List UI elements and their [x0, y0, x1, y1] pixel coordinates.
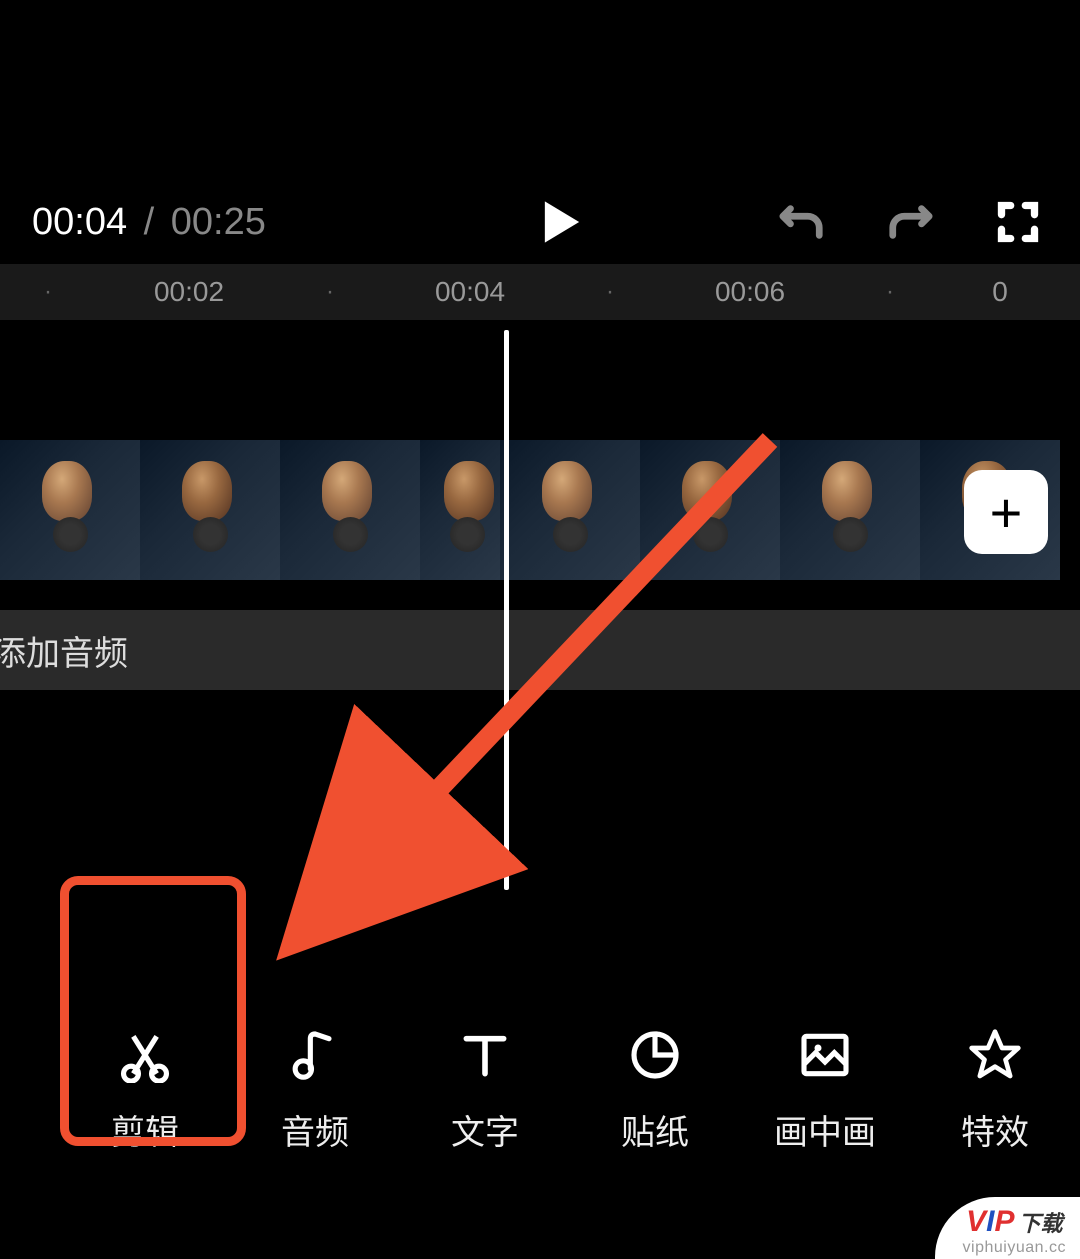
player-controls: 00:04 / 00:25	[0, 180, 1080, 264]
add-audio-label: 添加音频	[0, 626, 128, 675]
play-button[interactable]	[532, 192, 592, 252]
timeline-ruler[interactable]: · 00:02 · 00:04 · 00:06 · 0	[0, 264, 1080, 320]
redo-button[interactable]	[880, 192, 940, 252]
clip-thumbnail	[140, 440, 280, 580]
ruler-mark: 00:02	[154, 276, 224, 308]
clip-thumbnail	[280, 440, 420, 580]
ruler-mark: 00:04	[435, 276, 505, 308]
tool-label: 剪辑	[111, 1105, 179, 1154]
ruler-mark: 0	[992, 276, 1008, 308]
text-icon	[457, 1025, 513, 1085]
music-note-icon	[287, 1025, 343, 1085]
tool-pip[interactable]: 画中画	[740, 1025, 910, 1154]
tool-label: 特效	[961, 1105, 1029, 1154]
sticker-icon	[627, 1025, 683, 1085]
undo-button[interactable]	[772, 192, 832, 252]
tool-label: 文字	[451, 1105, 519, 1154]
watermark-brand: VIP下载	[966, 1205, 1062, 1239]
clip-thumbnail	[780, 440, 920, 580]
watermark: VIP下载 viphuiyuan.cc	[935, 1197, 1080, 1259]
add-clip-button[interactable]: +	[964, 470, 1048, 554]
tool-text[interactable]: 文字	[400, 1025, 570, 1154]
ruler-mark: 00:06	[715, 276, 785, 308]
total-time: 00:25	[171, 201, 266, 243]
bottom-toolbar: 剪辑 音频 文字 贴纸 画中画 特效	[0, 989, 1080, 1189]
clip-thumbnail	[420, 440, 500, 580]
tool-label: 音频	[281, 1105, 349, 1154]
ruler-tick: ·	[44, 278, 52, 306]
ruler-tick: ·	[326, 278, 334, 306]
tool-audio[interactable]: 音频	[230, 1025, 400, 1154]
tool-label: 贴纸	[621, 1105, 689, 1154]
clip-thumbnail	[640, 440, 780, 580]
redo-icon	[887, 201, 933, 243]
clip-thumbnail	[0, 440, 140, 580]
time-separator: /	[144, 201, 155, 243]
track-area: + 添加音频	[0, 320, 1080, 700]
video-preview	[0, 0, 1080, 180]
scissors-icon	[117, 1025, 173, 1085]
fullscreen-icon	[996, 200, 1040, 244]
current-time: 00:04	[32, 201, 127, 243]
watermark-url: viphuiyuan.cc	[963, 1239, 1066, 1257]
plus-icon: +	[990, 480, 1023, 545]
time-display: 00:04 / 00:25	[32, 201, 266, 244]
tool-label: 画中画	[774, 1105, 876, 1154]
tool-sticker[interactable]: 贴纸	[570, 1025, 740, 1154]
ruler-tick: ·	[886, 278, 894, 306]
video-track[interactable]	[0, 440, 1080, 580]
fullscreen-button[interactable]	[988, 192, 1048, 252]
star-icon	[967, 1025, 1023, 1085]
clip-thumbnail	[500, 440, 640, 580]
tool-effect[interactable]: 特效	[910, 1025, 1080, 1154]
audio-track[interactable]: 添加音频	[0, 610, 1080, 690]
picture-icon	[797, 1025, 853, 1085]
ruler-tick: ·	[606, 278, 614, 306]
playhead[interactable]	[504, 330, 509, 890]
undo-icon	[779, 201, 825, 243]
tool-cut[interactable]: 剪辑	[60, 1025, 230, 1154]
play-icon	[541, 198, 583, 246]
